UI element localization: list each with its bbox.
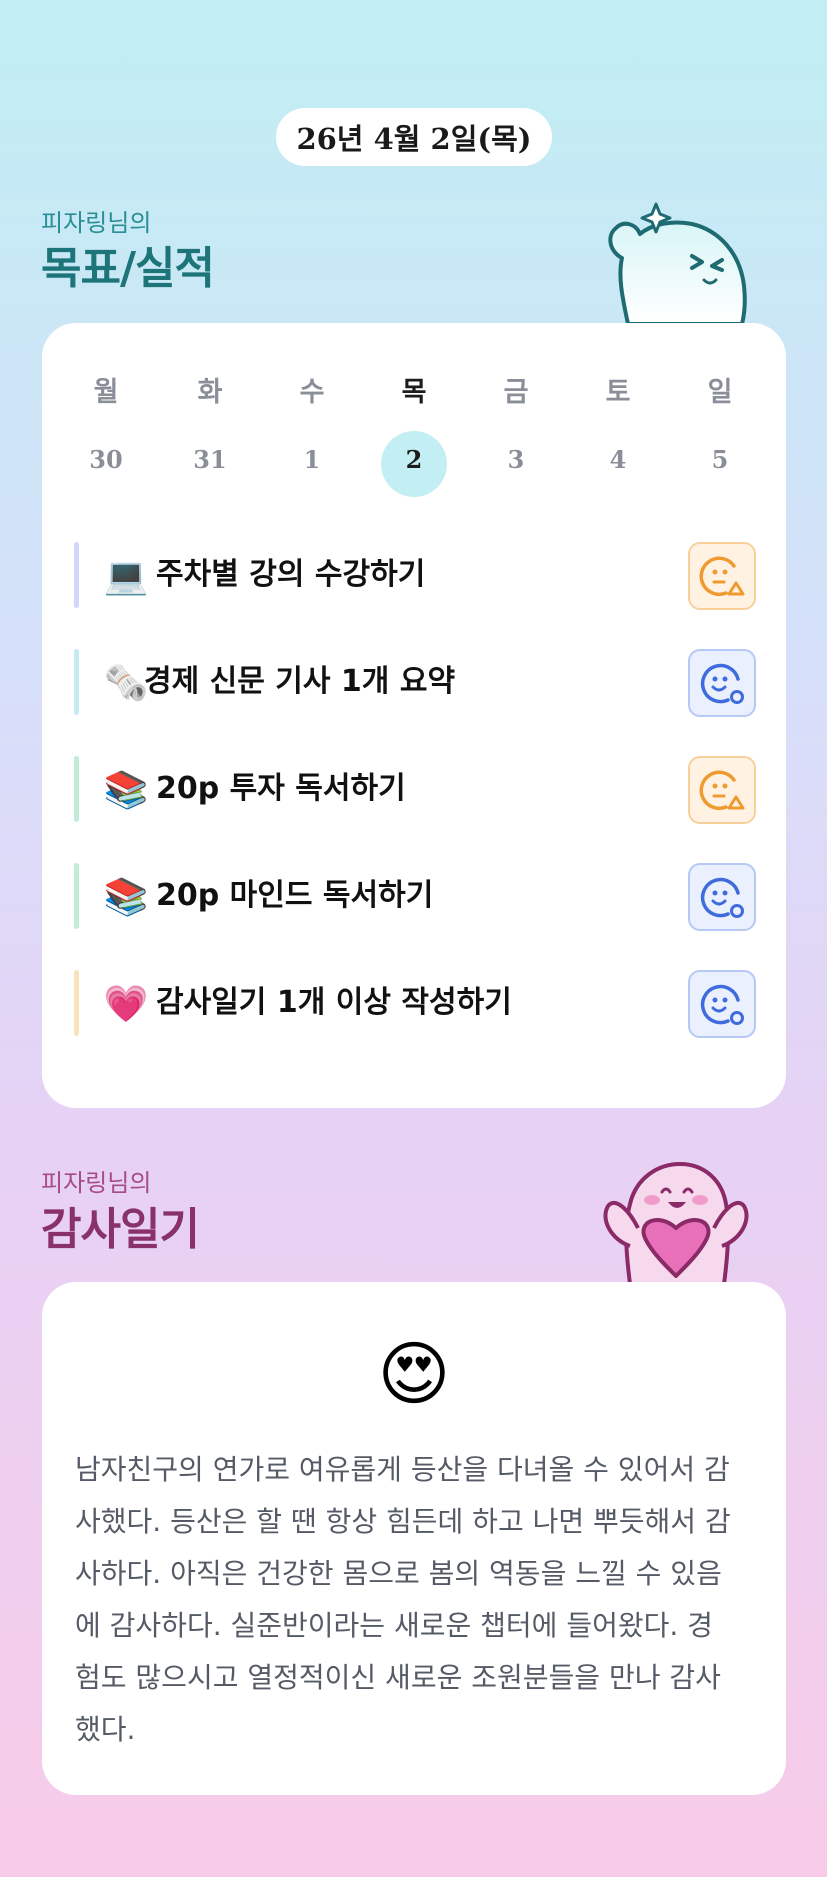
face-done-icon — [700, 877, 744, 918]
day-2-selected[interactable]: 2 — [381, 445, 447, 475]
books-icon: 📚 — [103, 770, 149, 811]
heart-eyes-emoji-icon: 😍 — [377, 1333, 451, 1415]
day-5[interactable]: 5 — [687, 445, 753, 475]
day-31[interactable]: 31 — [177, 445, 243, 475]
gratitude-text: 남자친구의 연가로 여유롭게 등산을 다녀올 수 있어서 감사했다. 등산은 할… — [75, 1453, 731, 1746]
day-1[interactable]: 1 — [279, 445, 345, 475]
books-icon: 📚 — [103, 877, 149, 918]
goal-bar — [74, 970, 79, 1036]
face-partial-icon — [699, 770, 745, 811]
weekday-label: 화 — [197, 377, 223, 408]
face-done-icon — [700, 984, 744, 1025]
goal-item[interactable]: 💗 감사일기 1개 이상 작성하기 — [74, 970, 756, 1038]
gratitude-card: 😍 남자친구의 연가로 여유롭게 등산을 다녀올 수 있어서 감사했다. 등산은… — [42, 1282, 786, 1795]
laptop-icon: 💻 — [103, 556, 149, 597]
day-4[interactable]: 4 — [585, 445, 651, 475]
weekday-label: 금 — [503, 377, 529, 408]
weekday-label: 토 — [605, 377, 631, 408]
goal-item[interactable]: 🗞️ 경제 신문 기사 1개 요약 — [74, 649, 756, 717]
day-3[interactable]: 3 — [483, 445, 549, 475]
goal-text: 20p 투자 독서하기 — [156, 771, 406, 806]
partial-status-icon[interactable] — [688, 756, 756, 824]
goal-bar — [74, 863, 79, 929]
goals-title: 목표/실적 — [41, 243, 215, 294]
goal-bar — [74, 756, 79, 822]
date-pill[interactable]: 26년 4월 2일(목) — [276, 108, 552, 166]
done-status-icon[interactable] — [688, 649, 756, 717]
face-done-icon — [700, 663, 744, 704]
partial-status-icon[interactable] — [688, 542, 756, 610]
mascot-heart-icon — [603, 1162, 749, 1284]
weekday-label: 수 — [299, 377, 325, 408]
goal-text: 주차별 강의 수강하기 — [156, 557, 426, 592]
goals-card: 월 화 수 목 금 토 일 30 31 1 2 3 4 5 💻 주차별 강의 수… — [42, 323, 786, 1108]
goal-bar — [74, 542, 79, 608]
day-30[interactable]: 30 — [73, 445, 139, 475]
mascot-cheer-icon — [608, 202, 747, 324]
weekday-label: 일 — [707, 377, 733, 408]
goal-item[interactable]: 📚 20p 투자 독서하기 — [74, 756, 756, 824]
weekday-label: 월 — [93, 377, 119, 408]
newspaper-icon: 🗞️ — [103, 663, 149, 704]
weekday-label: 목 — [401, 377, 427, 408]
done-status-icon[interactable] — [688, 863, 756, 931]
goal-item[interactable]: 📚 20p 마인드 독서하기 — [74, 863, 756, 931]
face-partial-icon — [699, 556, 745, 597]
goal-text: 20p 마인드 독서하기 — [156, 878, 434, 913]
goal-text: 감사일기 1개 이상 작성하기 — [156, 985, 512, 1020]
gratitude-title: 감사일기 — [41, 1204, 200, 1255]
goal-bar — [74, 649, 79, 715]
heart-icon: 💗 — [103, 984, 149, 1025]
goal-text: 경제 신문 기사 1개 요약 — [144, 664, 456, 699]
goal-item[interactable]: 💻 주차별 강의 수강하기 — [74, 542, 756, 610]
done-status-icon[interactable] — [688, 970, 756, 1038]
